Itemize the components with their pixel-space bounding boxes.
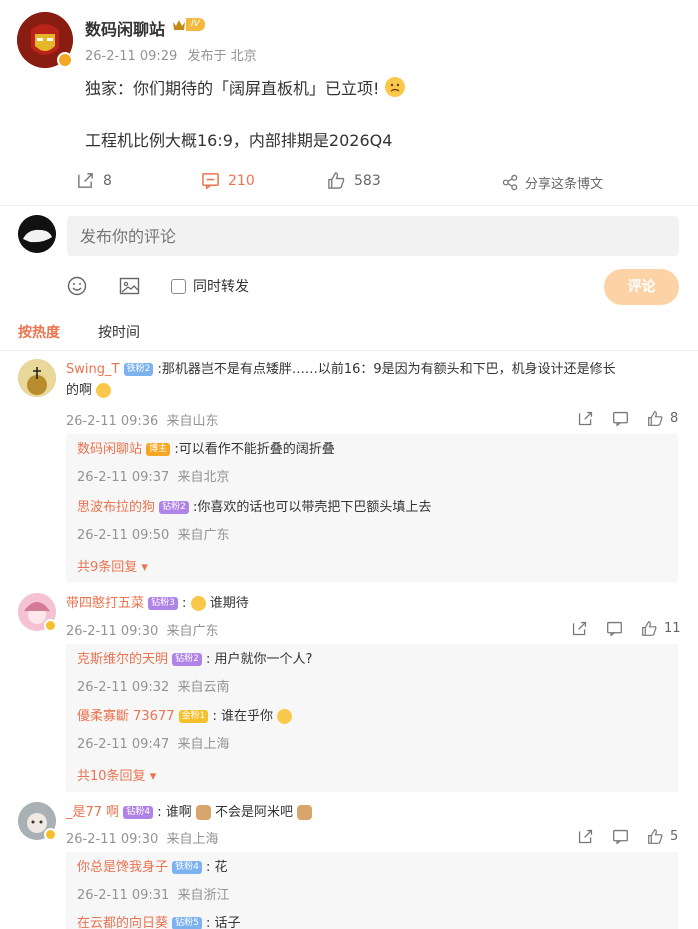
laugh-emoji-icon bbox=[277, 709, 293, 724]
fan-badge: 金粉1 bbox=[178, 710, 209, 723]
fan-badge: 钻粉5 bbox=[172, 917, 202, 929]
author-name[interactable]: 数码闲聊站 bbox=[85, 16, 165, 40]
comment-like-button[interactable]: 5 bbox=[647, 828, 678, 845]
reply-body: 在云都的向日葵 钻粉5 : 话子 bbox=[77, 916, 241, 929]
comment-icon[interactable] bbox=[612, 410, 629, 427]
post-meta: 26-2-11 09:29 发布于 北京 bbox=[85, 45, 257, 64]
author-badge: 博主 bbox=[146, 443, 171, 456]
comment-location: 来自上海 bbox=[166, 832, 219, 847]
reply-user-name[interactable]: 你总是馋我身子 bbox=[77, 860, 168, 875]
comment-meta: 26-2-11 09:30 来自广东 bbox=[66, 620, 219, 639]
reply-meta: 26-2-11 09:47 来自上海 bbox=[77, 737, 230, 752]
commenter-name[interactable]: _是77 啊 bbox=[66, 805, 119, 820]
reply-user-name[interactable]: 優柔寡斷 73677 bbox=[77, 709, 175, 724]
comment-like-button[interactable]: 8 bbox=[647, 410, 678, 427]
reply-body: 思波布拉的狗 钻粉2 :你喜欢的话也可以带壳把下巴额头填上去 bbox=[77, 500, 432, 515]
cat-emoji-icon bbox=[297, 805, 313, 820]
reply-meta: 26-2-11 09:32 来自云南 bbox=[77, 680, 230, 695]
repost-icon[interactable] bbox=[577, 828, 594, 845]
submit-comment-button[interactable]: 评论 bbox=[604, 269, 679, 305]
reply-user-name[interactable]: 克斯维尔的天明 bbox=[77, 652, 168, 667]
fan-badge: 铁粉2 bbox=[123, 363, 154, 376]
more-replies-link[interactable]: 共10条回复 ▾ bbox=[77, 765, 156, 784]
verified-badge-icon bbox=[57, 52, 73, 68]
comment-body: _是77 啊 钻粉4 : 谁啊 不会是阿米吧 bbox=[66, 802, 313, 823]
fan-badge: 钻粉2 bbox=[159, 501, 189, 514]
tab-sort-time[interactable]: 按时间 bbox=[98, 322, 140, 342]
fan-badge: 钻粉4 bbox=[123, 806, 154, 819]
commenter-name[interactable]: Swing_T bbox=[66, 362, 119, 377]
smile-emoji-icon bbox=[190, 596, 206, 611]
fan-badge: 钻粉2 bbox=[172, 653, 202, 666]
comment-body: 带四憨打五菜 钻粉3 : 谁期待 bbox=[66, 596, 249, 611]
more-replies-link[interactable]: 共9条回复 ▾ bbox=[77, 556, 148, 575]
comment-time: 26-2-11 09:30 bbox=[66, 832, 159, 847]
my-avatar bbox=[18, 215, 56, 253]
reply-meta: 26-2-11 09:50 来自广东 bbox=[77, 528, 230, 543]
repost-icon bbox=[76, 171, 95, 190]
crown-icon bbox=[172, 17, 186, 31]
fan-badge: 铁粉4 bbox=[172, 861, 202, 874]
reply-user-name[interactable]: 在云都的向日葵 bbox=[77, 916, 168, 929]
reply-user-name[interactable]: 思波布拉的狗 bbox=[77, 500, 155, 515]
comment-like-button[interactable]: 11 bbox=[641, 620, 681, 637]
post-line1: 独家：你们期待的「阔屏直板机」已立项! bbox=[85, 75, 406, 99]
reply-body: 数码闲聊站 博主 :可以看作不能折叠的阔折叠 bbox=[77, 442, 335, 457]
share-icon bbox=[502, 174, 519, 191]
post-source: 发布于 北京 bbox=[187, 49, 257, 64]
divider bbox=[0, 350, 698, 351]
thumbs-up-icon bbox=[647, 410, 664, 427]
divider bbox=[0, 205, 698, 206]
comment-meta: 26-2-11 09:30 来自上海 bbox=[66, 828, 219, 847]
fan-badge: 钻粉3 bbox=[148, 597, 178, 610]
smile-emoji-icon bbox=[96, 383, 112, 398]
caret-down-icon: ▾ bbox=[149, 769, 157, 784]
repost-checkbox[interactable]: 同时转发 bbox=[171, 276, 249, 296]
reply-meta: 26-2-11 09:31 来自浙江 bbox=[77, 888, 230, 903]
emoji-picker-icon[interactable] bbox=[67, 276, 87, 296]
tab-sort-hot[interactable]: 按热度 bbox=[18, 322, 60, 342]
sad-emoji-icon bbox=[385, 77, 406, 97]
comment-meta: 26-2-11 09:36 来自山东 bbox=[66, 410, 219, 429]
reply-body: 你总是馋我身子 铁粉4 : 花 bbox=[77, 860, 228, 875]
cat-emoji-icon bbox=[195, 805, 211, 820]
checkbox-box[interactable] bbox=[171, 278, 186, 294]
commenter-avatar[interactable] bbox=[18, 359, 56, 397]
share-button[interactable]: 分享这条博文 bbox=[502, 173, 603, 192]
repost-icon[interactable] bbox=[577, 410, 594, 427]
comment-input[interactable] bbox=[67, 216, 679, 256]
caret-down-icon: ▾ bbox=[141, 560, 148, 575]
repost-icon[interactable] bbox=[571, 620, 588, 637]
reply-body: 克斯维尔的天明 钻粉2 : 用户就你一个人? bbox=[77, 652, 313, 667]
reply-meta: 26-2-11 09:37 来自北京 bbox=[77, 470, 230, 485]
reply-body: 優柔寡斷 73677 金粉1 : 谁在乎你 bbox=[77, 706, 293, 727]
verified-badge-icon bbox=[44, 828, 57, 841]
thumbs-up-icon bbox=[327, 171, 346, 190]
image-upload-icon[interactable] bbox=[119, 276, 140, 296]
comment-time: 26-2-11 09:30 bbox=[66, 624, 159, 639]
comment-body: Swing_T 铁粉2 :那机器岂不是有点矮胖……以前16：9是因为有额头和下巴… bbox=[66, 362, 616, 398]
comment-icon[interactable] bbox=[606, 620, 623, 637]
repost-button[interactable]: 8 bbox=[76, 171, 112, 190]
reply-user-name[interactable]: 数码闲聊站 bbox=[77, 442, 142, 457]
comment-icon[interactable] bbox=[612, 828, 629, 845]
comment-location: 来自山东 bbox=[166, 414, 219, 429]
comment-location: 来自广东 bbox=[166, 624, 219, 639]
commenter-name[interactable]: 带四憨打五菜 bbox=[66, 596, 144, 611]
post-time[interactable]: 26-2-11 09:29 bbox=[85, 49, 177, 64]
comment-button[interactable]: 210 bbox=[201, 171, 255, 190]
thumbs-up-icon bbox=[647, 828, 664, 845]
like-button[interactable]: 583 bbox=[327, 171, 381, 190]
comment-icon bbox=[201, 171, 220, 190]
thumbs-up-icon bbox=[641, 620, 658, 637]
verified-badge-icon bbox=[44, 619, 57, 632]
level-badge: IV bbox=[172, 17, 205, 31]
comment-time: 26-2-11 09:36 bbox=[66, 414, 159, 429]
post-line2: 工程机比例大概16:9，内部排期是2026Q4 bbox=[85, 131, 393, 150]
